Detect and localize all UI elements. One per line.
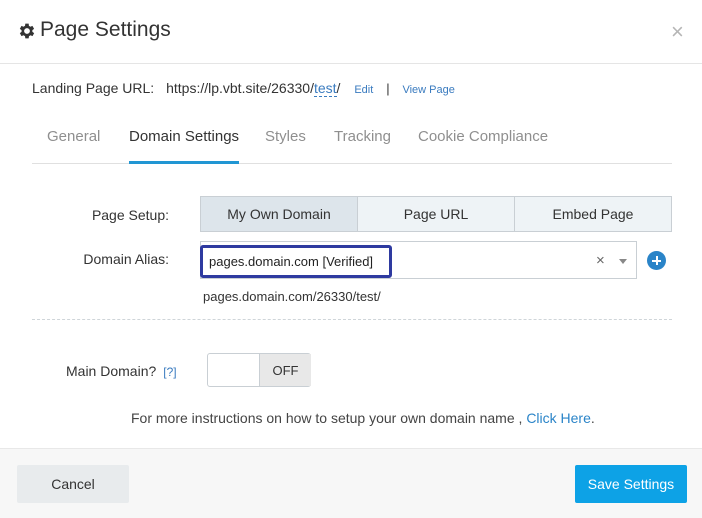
url-base: https://lp.vbt.site/26330/ [166,80,314,96]
edit-link[interactable]: Edit [354,84,373,96]
link-separator: | [386,81,390,96]
page-setup-option-embed-page[interactable]: Embed Page [514,197,671,231]
clear-selection-icon[interactable]: × [596,252,605,269]
tab-general[interactable]: General [47,128,100,164]
main-domain-toggle[interactable]: OFF [207,353,311,387]
dialog-header: Page Settings × [0,0,702,64]
page-setup-label: Page Setup: [91,207,169,223]
settings-tabs: General Domain Settings Styles Tracking … [32,128,672,164]
tab-cookie-compliance[interactable]: Cookie Compliance [418,128,548,164]
toggle-state-label: OFF [259,354,311,386]
close-icon[interactable]: × [671,21,684,43]
page-settings-dialog: Page Settings × Landing Page URL: https:… [0,0,702,518]
page-setup-segmented-control: My Own Domain Page URL Embed Page [200,196,672,232]
instructions-text: For more instructions on how to setup yo… [131,410,527,426]
save-settings-button[interactable]: Save Settings [575,465,687,503]
cancel-button[interactable]: Cancel [17,465,129,503]
click-here-link[interactable]: Click Here [526,410,591,426]
main-domain-label: Main Domain? [?] [66,363,177,379]
chevron-down-icon[interactable] [619,259,627,264]
tab-tracking[interactable]: Tracking [334,128,391,164]
url-trail: / [336,80,341,96]
tab-domain-settings[interactable]: Domain Settings [129,128,240,164]
view-page-link[interactable]: View Page [402,84,454,96]
main-domain-text: Main Domain? [66,363,157,379]
landing-page-url-row: Landing Page URL: https://lp.vbt.site/26… [32,80,455,97]
page-setup-option-my-own-domain[interactable]: My Own Domain [201,197,357,231]
domain-alias-selected-value[interactable]: pages.domain.com [Verified] [209,254,373,269]
domain-alias-label: Domain Alias: [83,251,169,267]
url-slug[interactable]: test [313,80,337,97]
domain-full-url: pages.domain.com/26330/test/ [203,289,381,304]
page-setup-option-page-url[interactable]: Page URL [357,197,514,231]
instructions-trail: . [590,410,595,426]
main-domain-help-link[interactable]: [?] [163,365,176,379]
domain-instructions: For more instructions on how to setup yo… [131,410,595,426]
gear-icon [19,23,35,39]
section-divider [32,319,672,320]
landing-page-url-value: https://lp.vbt.site/26330/test/ [166,80,341,97]
dialog-title: Page Settings [40,18,171,41]
add-domain-button[interactable] [647,251,666,270]
tab-styles[interactable]: Styles [265,128,306,164]
landing-page-url-label: Landing Page URL: [32,80,155,96]
